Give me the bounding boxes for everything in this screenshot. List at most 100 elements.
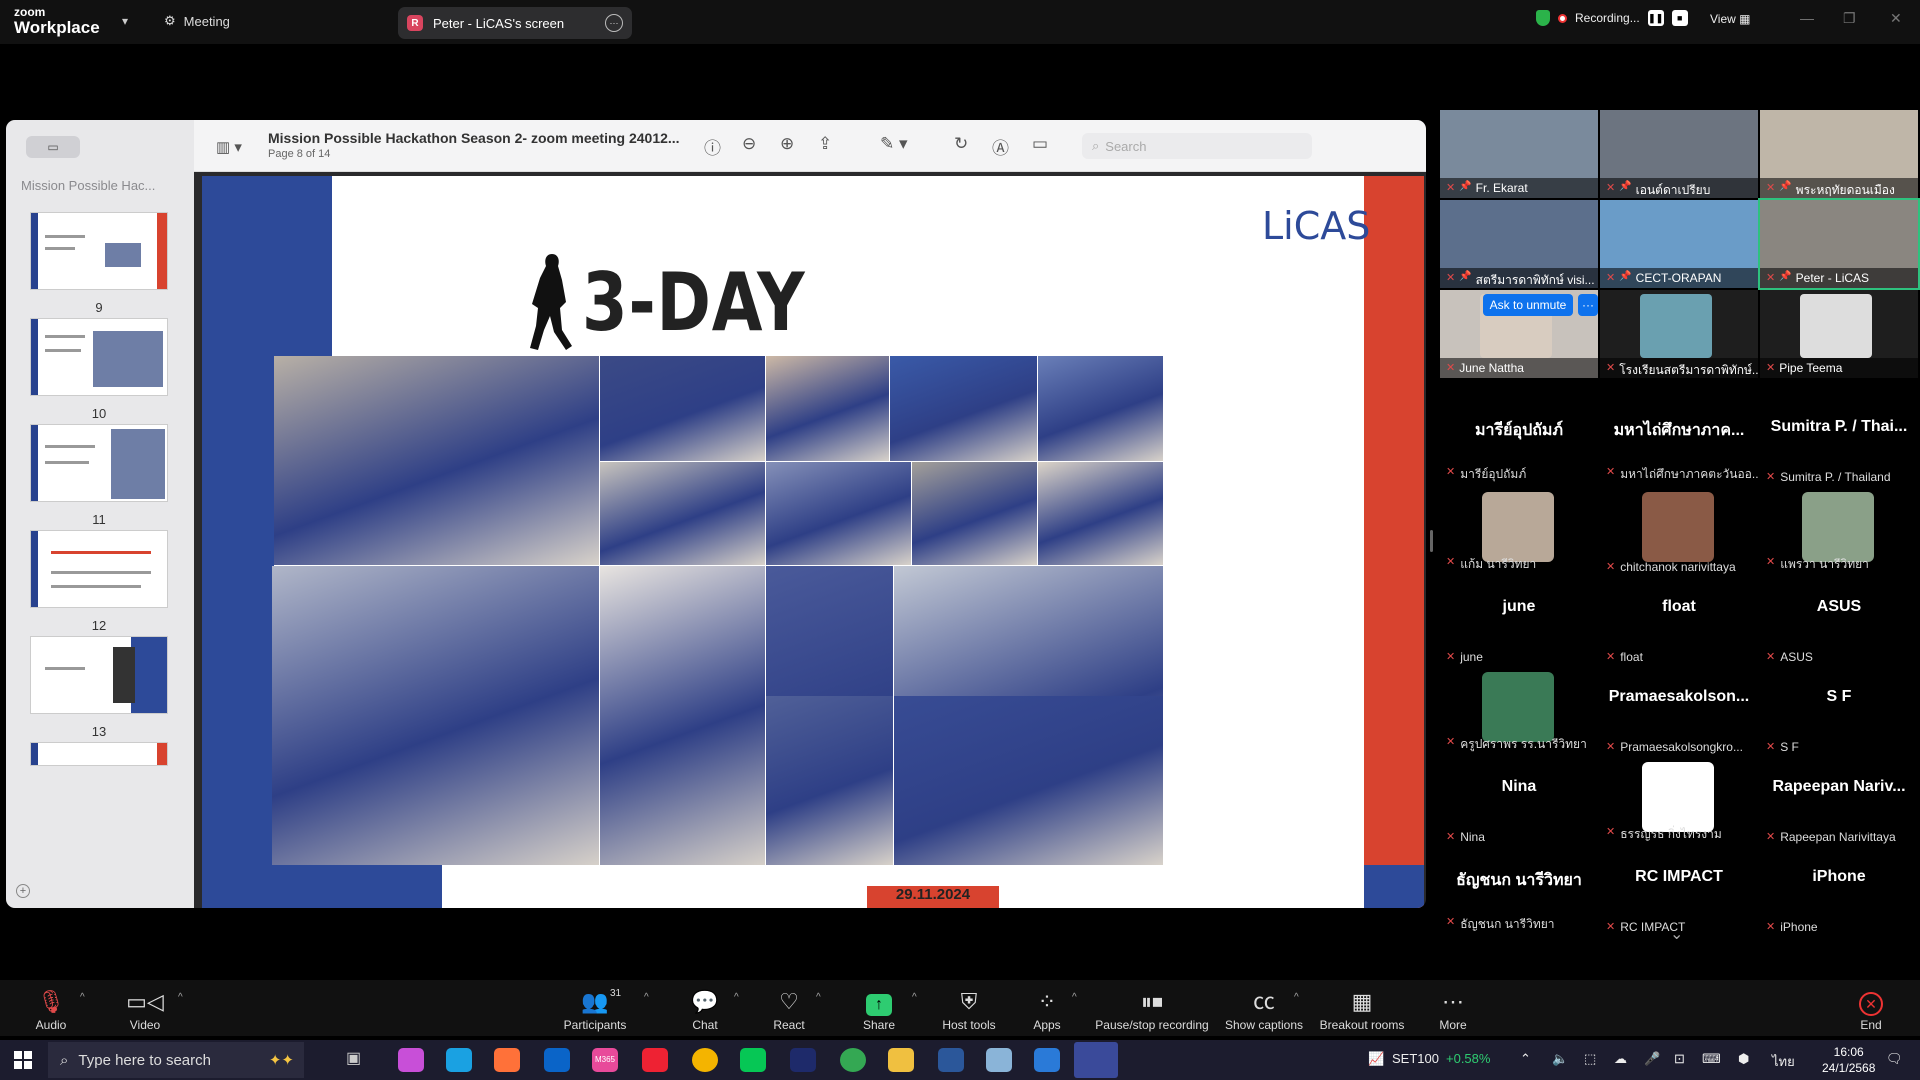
chrome-icon[interactable] bbox=[692, 1048, 718, 1072]
participant-tile[interactable]: มหาไถ่ศึกษาภาค... ✕ มหาไถ่ศึกษาภาคตะวันออ.… bbox=[1600, 396, 1758, 484]
react-options-caret[interactable]: ^ bbox=[816, 992, 821, 1003]
chrome-icon[interactable] bbox=[840, 1048, 866, 1072]
chevron-down-icon[interactable]: ▾ bbox=[122, 14, 128, 28]
encryption-shield-icon[interactable] bbox=[1536, 10, 1550, 26]
view-button[interactable]: View ▦ bbox=[1710, 12, 1750, 26]
taskbar-search[interactable]: ⌕ Type here to search ✦✦ bbox=[48, 1042, 304, 1078]
chevron-down-icon[interactable]: ⌄ bbox=[1670, 924, 1683, 944]
word-icon[interactable] bbox=[938, 1048, 964, 1072]
panel-resize-handle[interactable] bbox=[1430, 530, 1433, 552]
close-icon[interactable]: ✕ bbox=[1890, 10, 1902, 27]
end-button[interactable]: ✕ End bbox=[1826, 980, 1916, 1032]
app-icon[interactable] bbox=[642, 1048, 668, 1072]
notification-icon[interactable]: 🗨 bbox=[1886, 1051, 1903, 1067]
participant-tile[interactable]: Rapeepan Nariv... ✕ Rapeepan Narivittaya bbox=[1760, 756, 1918, 844]
sidebar-toggle-button[interactable]: ▭ bbox=[26, 136, 80, 158]
video-tile[interactable]: ✕ โรงเรียนสตรีมารดาพิทักษ์... bbox=[1600, 290, 1758, 378]
app-tray-icon[interactable]: ⬚ bbox=[1584, 1051, 1596, 1067]
participant-tile[interactable]: june ✕ june bbox=[1440, 576, 1598, 664]
share-icon[interactable]: ⇪ bbox=[818, 134, 832, 154]
copilot-icon[interactable] bbox=[398, 1048, 424, 1072]
zoom-taskbar-icon[interactable] bbox=[1074, 1042, 1118, 1078]
video-tile[interactable]: ✕ 📌 Peter - LiCAS bbox=[1758, 198, 1920, 290]
stock-name[interactable]: SET100 bbox=[1392, 1051, 1439, 1066]
restore-icon[interactable]: ❐ bbox=[1843, 10, 1856, 27]
participant-tile[interactable]: ✕ chitchanok narivittaya bbox=[1600, 486, 1758, 574]
zoom-workplace-logo[interactable]: zoom Workplace bbox=[14, 6, 100, 36]
zoom-out-icon[interactable]: ⊖ bbox=[742, 134, 756, 154]
participant-tile[interactable]: RC IMPACT ✕ RC IMPACT bbox=[1600, 846, 1758, 934]
participant-tile[interactable]: มารีย์อุปถัมภ์ ✕ มารีย์อุปถัมภ์ bbox=[1440, 396, 1598, 484]
annotate-icon[interactable]: Ⓐ bbox=[992, 134, 1009, 159]
defender-icon[interactable]: ⬢ bbox=[1738, 1051, 1749, 1067]
captions-options-caret[interactable]: ^ bbox=[1294, 992, 1299, 1003]
windows-start-icon[interactable] bbox=[14, 1051, 32, 1069]
speaker-icon[interactable]: 🔈 bbox=[1552, 1051, 1568, 1067]
apps-button[interactable]: ⁘ Apps bbox=[1002, 980, 1092, 1032]
search-field[interactable]: ⌕ Search bbox=[1082, 133, 1312, 159]
language-indicator[interactable]: ไทย bbox=[1772, 1051, 1795, 1072]
minimize-icon[interactable]: — bbox=[1800, 10, 1814, 26]
tile-more-button[interactable]: ··· bbox=[1578, 294, 1598, 316]
mic-tray-icon[interactable]: 🎤 bbox=[1644, 1051, 1660, 1067]
audio-options-caret[interactable]: ^ bbox=[80, 992, 85, 1003]
participant-tile[interactable]: float ✕ float bbox=[1600, 576, 1758, 664]
video-button[interactable]: ▭◁ Video bbox=[100, 980, 190, 1032]
pause-recording-icon[interactable]: ❚❚ bbox=[1647, 10, 1664, 26]
app-icon[interactable] bbox=[986, 1048, 1012, 1072]
page-thumbnail[interactable] bbox=[30, 424, 168, 502]
participant-tile[interactable]: ✕ ธรรญรธ กิ่งไทรงาม bbox=[1600, 756, 1758, 844]
participant-tile[interactable]: ธัญชนก นารีวิทยา ✕ ธัญชนก นารีวิทยา bbox=[1440, 846, 1598, 934]
video-tile[interactable]: ✕ 📌 CECT-ORAPAN bbox=[1600, 200, 1758, 288]
app-icon[interactable] bbox=[790, 1048, 816, 1072]
audio-button[interactable]: 🎙 Audio bbox=[6, 980, 96, 1032]
participants-options-caret[interactable]: ^ bbox=[644, 992, 649, 1003]
screen-share-indicator[interactable]: R Peter - LiCAS's screen ··· bbox=[398, 7, 632, 39]
page-thumbnail[interactable] bbox=[30, 318, 168, 396]
microsoft365-icon[interactable]: M365 bbox=[592, 1048, 618, 1072]
video-tile[interactable]: ✕ Pipe Teema bbox=[1760, 290, 1918, 378]
more-button[interactable]: ⋯ More bbox=[1408, 980, 1498, 1032]
page-thumbnail[interactable] bbox=[30, 742, 168, 766]
sidebar-layout-icon[interactable]: ▥ ▾ bbox=[216, 138, 242, 156]
video-tile[interactable]: ✕ 📌 พระหฤทัยดอนเมือง bbox=[1760, 110, 1918, 198]
page-thumbnail[interactable] bbox=[30, 636, 168, 714]
participant-tile[interactable]: Nina ✕ Nina bbox=[1440, 756, 1598, 844]
host-tools-button[interactable]: ⛨ Host tools bbox=[924, 980, 1014, 1032]
chat-button[interactable]: 💬 Chat bbox=[660, 980, 750, 1032]
meeting-menu[interactable]: ⚙ Meeting bbox=[164, 13, 230, 29]
more-options-icon[interactable]: ··· bbox=[605, 14, 623, 32]
share-options-caret[interactable]: ^ bbox=[912, 992, 917, 1003]
video-tile[interactable]: ✕ 📌 Fr. Ekarat bbox=[1440, 110, 1598, 198]
task-view-icon[interactable]: ▣ bbox=[346, 1048, 372, 1072]
network-icon[interactable]: ⌨ bbox=[1702, 1051, 1721, 1067]
participant-tile[interactable]: S F ✕ S F bbox=[1760, 666, 1918, 754]
markup-pen-icon[interactable]: ✎ ▾ bbox=[880, 134, 908, 154]
participant-tile[interactable]: ✕ แก้ม นารีวิทยา bbox=[1440, 486, 1598, 574]
app-tray-icon[interactable]: ⊡ bbox=[1674, 1051, 1685, 1067]
info-icon[interactable]: ⓘ bbox=[704, 134, 721, 159]
system-clock[interactable]: 16:06 24/1/2568 bbox=[1822, 1044, 1875, 1076]
chat-options-caret[interactable]: ^ bbox=[734, 992, 739, 1003]
share-button[interactable]: ↑ Share bbox=[834, 980, 924, 1032]
pause-stop-recording-button[interactable]: ⏸⏹ Pause/stop recording bbox=[1082, 980, 1222, 1032]
apps-options-caret[interactable]: ^ bbox=[1072, 992, 1077, 1003]
participant-tile[interactable]: ✕ แพรวา นารีวิทยา bbox=[1760, 486, 1918, 574]
participant-tile[interactable]: Sumitra P. / Thai... ✕ Sumitra P. / Thaila… bbox=[1760, 396, 1918, 484]
page-thumbnail[interactable] bbox=[30, 530, 168, 608]
page-thumbnail[interactable] bbox=[30, 212, 168, 290]
app-icon[interactable] bbox=[1034, 1048, 1060, 1072]
captions-button[interactable]: ㏄ Show captions bbox=[1218, 980, 1310, 1032]
chevron-up-icon[interactable]: ⌃ bbox=[1520, 1051, 1531, 1067]
video-tile[interactable]: ✕ 📌 เอนต์ดาเปรียบ bbox=[1600, 110, 1758, 198]
form-fill-icon[interactable]: ▭ bbox=[1032, 134, 1048, 154]
outlook-icon[interactable] bbox=[544, 1048, 570, 1072]
participants-button[interactable]: 👥 Participants bbox=[550, 980, 640, 1032]
zoom-in-icon[interactable]: ⊕ bbox=[780, 134, 794, 154]
ask-to-unmute-button[interactable]: Ask to unmute bbox=[1483, 294, 1573, 316]
participant-tile[interactable]: ✕ ครูปศราพร รร.นารีวิทยา bbox=[1440, 666, 1598, 754]
rotate-icon[interactable]: ↻ bbox=[954, 134, 968, 154]
participant-tile[interactable]: ASUS ✕ ASUS bbox=[1760, 576, 1918, 664]
file-explorer-icon[interactable] bbox=[888, 1048, 914, 1072]
video-options-caret[interactable]: ^ bbox=[178, 992, 183, 1003]
